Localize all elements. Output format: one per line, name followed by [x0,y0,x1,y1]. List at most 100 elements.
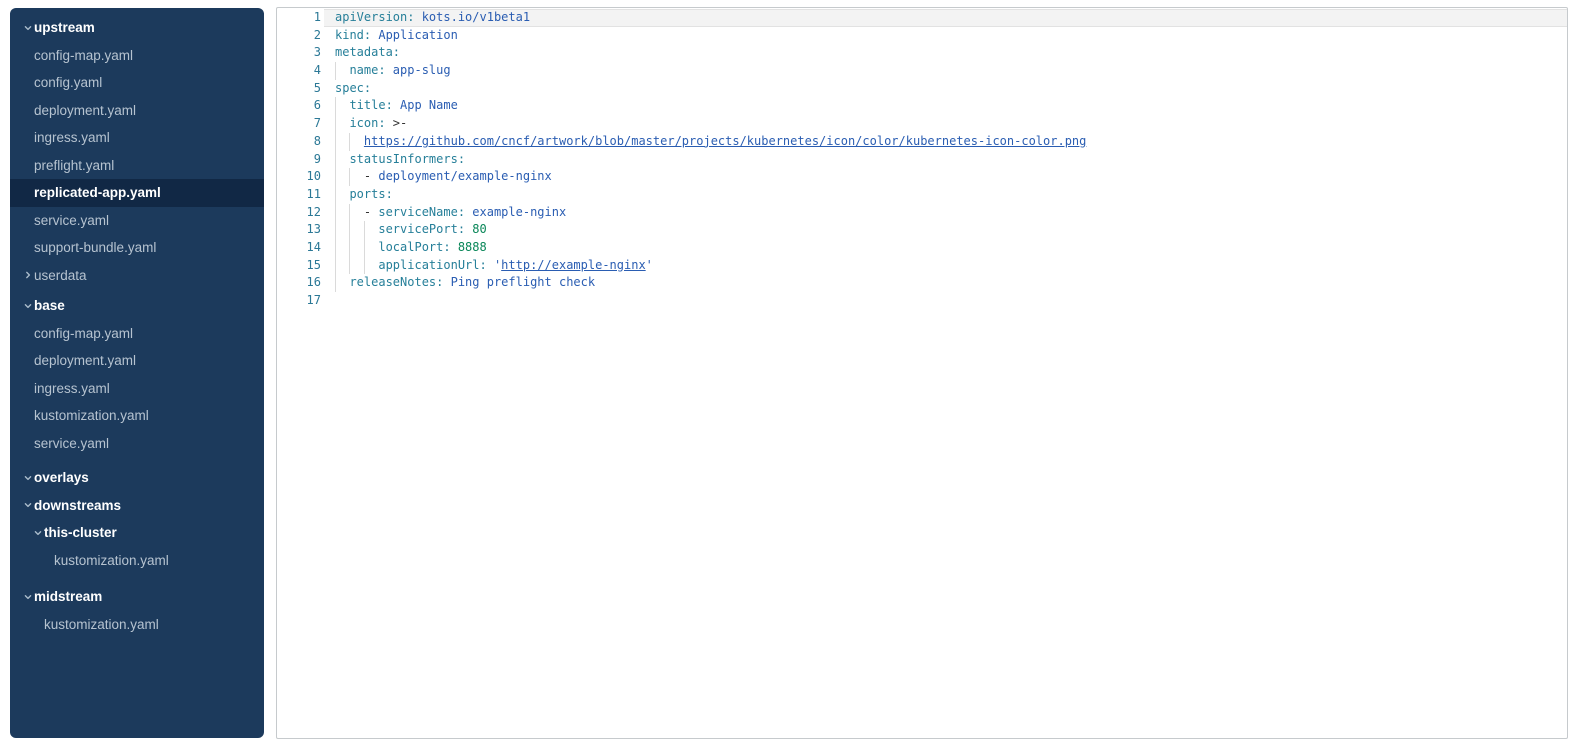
line-number: 6 [277,97,321,115]
code-line[interactable]: 14 localPort: 8888 [277,239,1567,257]
code-area[interactable]: 1apiVersion: kots.io/v1beta12kind: Appli… [277,8,1567,310]
code-token: statusInformers: [335,152,465,166]
sidebar-item-label: userdata [34,268,87,283]
sidebar-item-overlays[interactable]: overlays [10,464,264,492]
url-link[interactable]: https://github.com/cncf/artwork/blob/mas… [364,134,1086,148]
sidebar-item-this-cluster[interactable]: this-cluster [10,519,264,547]
sidebar-item-kustomization-yaml[interactable]: kustomization.yaml [10,611,264,639]
code-token: name: [335,63,386,77]
sidebar-item-midstream[interactable]: midstream [10,583,264,611]
line-number: 10 [277,168,321,186]
line-number: 12 [277,204,321,222]
chevron-down-icon[interactable] [23,500,34,510]
code-token: kots.io/v1beta1 [414,10,530,24]
sidebar-item-label: config.yaml [34,75,102,90]
code-line[interactable]: 15 applicationUrl: 'http://example-nginx… [277,257,1567,275]
code-token: metadata: [335,45,400,59]
sidebar-item-label: kustomization.yaml [34,408,149,423]
sidebar-item-support-bundle-yaml[interactable]: support-bundle.yaml [10,234,264,262]
line-number: 15 [277,257,321,275]
code-token: releaseNotes: [335,275,443,289]
code-line[interactable]: 7 icon: >- [277,115,1567,133]
sidebar-item-label: support-bundle.yaml [34,240,156,255]
sidebar-item-label: deployment.yaml [34,353,136,368]
code-token [335,205,364,219]
code-token: ' [646,258,653,272]
sidebar-item-replicated-app-yaml[interactable]: replicated-app.yaml [10,179,264,207]
code-line[interactable]: 4 name: app-slug [277,62,1567,80]
sidebar-item-label: replicated-app.yaml [34,185,161,200]
sidebar-item-label: overlays [34,470,89,485]
code-token [335,134,364,148]
code-line[interactable]: 9 statusInformers: [277,151,1567,169]
sidebar-item-userdata[interactable]: userdata [10,262,264,290]
sidebar-item-preflight-yaml[interactable]: preflight.yaml [10,152,264,180]
code-line[interactable]: 6 title: App Name [277,97,1567,115]
file-tree-sidebar[interactable]: upstream config-map.yaml config.yaml deploy… [10,8,264,738]
code-line[interactable]: 17 [277,292,1567,310]
code-line[interactable]: 12 - serviceName: example-nginx [277,204,1567,222]
code-line[interactable]: 5 spec: [277,80,1567,98]
sidebar-item-label: ingress.yaml [34,130,110,145]
sidebar-item-label: kustomization.yaml [44,617,159,632]
code-token: ' [487,258,501,272]
line-number: 8 [277,133,321,151]
code-line[interactable]: 16 releaseNotes: Ping preflight check [277,274,1567,292]
code-token: app-slug [386,63,451,77]
code-token: Ping preflight check [443,275,595,289]
code-token [335,169,364,183]
sidebar-item-deployment-yaml[interactable]: deployment.yaml [10,97,264,125]
chevron-down-icon[interactable] [23,301,34,311]
sidebar-item-service-yaml[interactable]: service.yaml [10,430,264,458]
sidebar-item-ingress-yaml[interactable]: ingress.yaml [10,124,264,152]
sidebar-item-ingress-yaml[interactable]: ingress.yaml [10,375,264,403]
sidebar-item-upstream[interactable]: upstream [10,14,264,42]
sidebar-item-kustomization-yaml[interactable]: kustomization.yaml [10,402,264,430]
line-number: 2 [277,27,321,45]
code-token: localPort: [335,240,451,254]
code-line[interactable]: 8 https://github.com/cncf/artwork/blob/m… [277,133,1567,151]
code-token: example-nginx [465,205,566,219]
code-line[interactable]: 1apiVersion: kots.io/v1beta1 [277,9,1567,27]
code-line[interactable]: 11 ports: [277,186,1567,204]
chevron-down-icon[interactable] [23,592,34,602]
code-token: - [364,205,378,219]
code-editor[interactable]: 1apiVersion: kots.io/v1beta12kind: Appli… [276,7,1568,739]
chevron-down-icon[interactable] [23,23,34,33]
code-token: spec: [335,81,371,95]
line-number: 4 [277,62,321,80]
code-token: >- [386,116,408,130]
sidebar-item-config-map-yaml[interactable]: config-map.yaml [10,42,264,70]
sidebar-item-kustomization-yaml[interactable]: kustomization.yaml [10,547,264,575]
line-number: 5 [277,80,321,98]
sidebar-item-service-yaml[interactable]: service.yaml [10,207,264,235]
code-line[interactable]: 13 servicePort: 80 [277,221,1567,239]
code-token: serviceName: [378,205,465,219]
sidebar-item-label: preflight.yaml [34,158,114,173]
line-number: 17 [277,292,321,310]
sidebar-item-label: base [34,298,65,313]
url-link[interactable]: http://example-nginx [501,258,646,272]
code-line[interactable]: 2kind: Application [277,27,1567,45]
sidebar-item-config-map-yaml[interactable]: config-map.yaml [10,320,264,348]
code-token: Application [371,28,458,42]
sidebar-item-downstreams[interactable]: downstreams [10,492,264,520]
code-token: applicationUrl: [335,258,487,272]
sidebar-item-label: config-map.yaml [34,48,133,63]
sidebar-item-deployment-yaml[interactable]: deployment.yaml [10,347,264,375]
code-line[interactable]: 10 - deployment/example-nginx [277,168,1567,186]
sidebar-item-base[interactable]: base [10,292,264,320]
sidebar-item-label: upstream [34,20,95,35]
code-line[interactable]: 3metadata: [277,44,1567,62]
sidebar-item-label: service.yaml [34,213,109,228]
sidebar-item-config-yaml[interactable]: config.yaml [10,69,264,97]
code-token: ports: [335,187,393,201]
sidebar-item-label: this-cluster [44,525,117,540]
chevron-down-icon[interactable] [33,528,44,538]
sidebar-item-label: service.yaml [34,436,109,451]
chevron-right-icon[interactable] [23,270,34,280]
line-number: 14 [277,239,321,257]
line-number: 7 [277,115,321,133]
line-number: 13 [277,221,321,239]
chevron-down-icon[interactable] [23,473,34,483]
